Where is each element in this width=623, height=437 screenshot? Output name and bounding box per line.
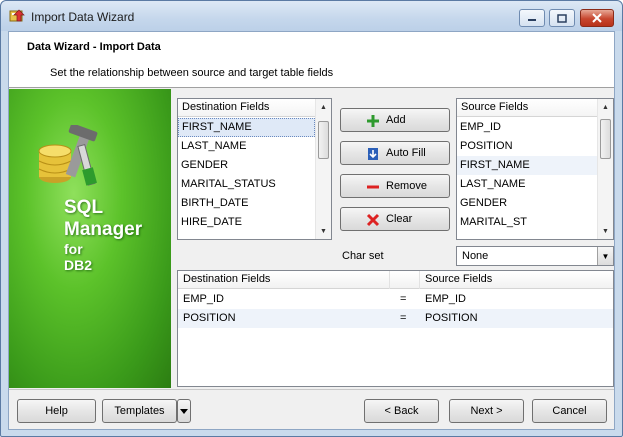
minus-icon — [367, 185, 379, 189]
scroll-up-icon[interactable]: ▲ — [316, 99, 331, 115]
plus-icon — [367, 115, 379, 127]
auto-fill-button[interactable]: Auto Fill — [340, 141, 450, 165]
auto-fill-icon — [368, 148, 378, 160]
next-button[interactable]: Next > — [449, 399, 524, 423]
wizard-app-icon — [9, 9, 25, 22]
list-item[interactable]: GENDER — [457, 194, 597, 213]
title-bar[interactable]: Import Data Wizard — [1, 1, 622, 31]
maximize-icon — [557, 13, 567, 23]
templates-button[interactable]: Templates — [102, 399, 177, 423]
clear-button-label: Clear — [386, 213, 413, 225]
page-subtitle: Set the relationship between source and … — [50, 67, 334, 79]
list-item[interactable]: LAST_NAME — [178, 137, 315, 156]
maximize-button[interactable] — [549, 9, 575, 27]
destination-fields-list[interactable]: Destination Fields FIRST_NAME LAST_NAME … — [177, 98, 332, 240]
source-fields-list[interactable]: Source Fields EMP_ID POSITION FIRST_NAME… — [456, 98, 614, 240]
destination-fields-header: Destination Fields — [178, 99, 315, 117]
clear-x-icon — [366, 213, 380, 227]
auto-fill-button-label: Auto Fill — [386, 147, 426, 159]
back-button[interactable]: < Back — [364, 399, 439, 423]
product-name-line-4: DB2 — [64, 257, 93, 273]
destination-scrollbar[interactable]: ▲ ▼ — [315, 99, 331, 239]
help-button[interactable]: Help — [17, 399, 96, 423]
scroll-down-icon[interactable]: ▼ — [598, 223, 613, 239]
scroll-up-icon[interactable]: ▲ — [598, 99, 613, 115]
close-button[interactable] — [580, 9, 614, 27]
mapping-source-cell: EMP_ID — [425, 293, 466, 305]
product-name: SQL Manager for DB2 — [64, 197, 142, 273]
table-row[interactable]: POSITION = POSITION — [178, 309, 613, 328]
wizard-footer: Help Templates < Back Next > Cancel — [9, 389, 614, 429]
list-item[interactable]: FIRST_NAME — [178, 118, 315, 137]
add-button[interactable]: Add — [340, 108, 450, 132]
charset-value: None — [462, 250, 489, 262]
minimize-icon — [528, 19, 536, 21]
mapping-op-cell: = — [400, 312, 407, 324]
list-item[interactable]: HIRE_DATE — [178, 213, 315, 232]
wizard-client-area: Data Wizard - Import Data Set the relati… — [8, 31, 615, 430]
scroll-down-icon[interactable]: ▼ — [316, 223, 331, 239]
close-icon — [592, 13, 602, 23]
mapping-op-header — [390, 271, 420, 289]
wizard-header: Data Wizard - Import Data Set the relati… — [9, 32, 614, 88]
list-item[interactable]: BIRTH_DATE — [178, 194, 315, 213]
minimize-button[interactable] — [519, 9, 545, 27]
clear-button[interactable]: Clear — [340, 207, 450, 231]
charset-select[interactable]: None ▼ — [456, 246, 614, 266]
list-item[interactable]: EMP_ID — [457, 118, 597, 137]
remove-button-label: Remove — [386, 180, 427, 192]
charset-label: Char set — [342, 250, 384, 262]
list-item[interactable]: GENDER — [178, 156, 315, 175]
page-title: Data Wizard - Import Data — [27, 41, 161, 53]
field-mapping-grid[interactable]: Destination Fields Source Fields EMP_ID … — [177, 270, 614, 387]
mapping-destination-cell: EMP_ID — [183, 293, 224, 305]
mapping-destination-cell: POSITION — [183, 312, 236, 324]
table-row[interactable]: EMP_ID = EMP_ID — [178, 290, 613, 309]
scroll-thumb[interactable] — [600, 119, 611, 159]
list-item[interactable]: POSITION — [457, 137, 597, 156]
product-name-line-1: SQL — [64, 197, 104, 218]
scroll-thumb[interactable] — [318, 121, 329, 159]
product-name-line-2: Manager — [64, 219, 143, 240]
mapping-grid-header: Destination Fields Source Fields — [178, 271, 613, 289]
chevron-down-icon — [180, 408, 188, 414]
product-name-line-3: for — [64, 241, 83, 257]
product-banner: SQL Manager for DB2 — [9, 89, 171, 388]
cancel-button[interactable]: Cancel — [532, 399, 607, 423]
import-data-wizard-window: Import Data Wizard Data Wizard - Import … — [0, 0, 623, 437]
source-scrollbar[interactable]: ▲ ▼ — [597, 99, 613, 239]
source-fields-header: Source Fields — [457, 99, 597, 117]
templates-dropdown-button[interactable] — [177, 399, 191, 423]
mapping-source-cell: POSITION — [425, 312, 478, 324]
remove-button[interactable]: Remove — [340, 174, 450, 198]
list-item[interactable]: FIRST_NAME — [457, 156, 597, 175]
list-item[interactable]: MARITAL_STATUS — [178, 175, 315, 194]
list-item[interactable]: LAST_NAME — [457, 175, 597, 194]
window-title: Import Data Wizard — [31, 10, 135, 24]
mapping-source-header[interactable]: Source Fields — [420, 271, 613, 289]
add-button-label: Add — [386, 114, 406, 126]
mapping-op-cell: = — [400, 293, 407, 305]
chevron-down-icon[interactable]: ▼ — [597, 247, 613, 265]
list-item[interactable]: MARITAL_ST — [457, 213, 597, 232]
database-tools-icon — [38, 125, 98, 186]
mapping-destination-header[interactable]: Destination Fields — [178, 271, 390, 289]
